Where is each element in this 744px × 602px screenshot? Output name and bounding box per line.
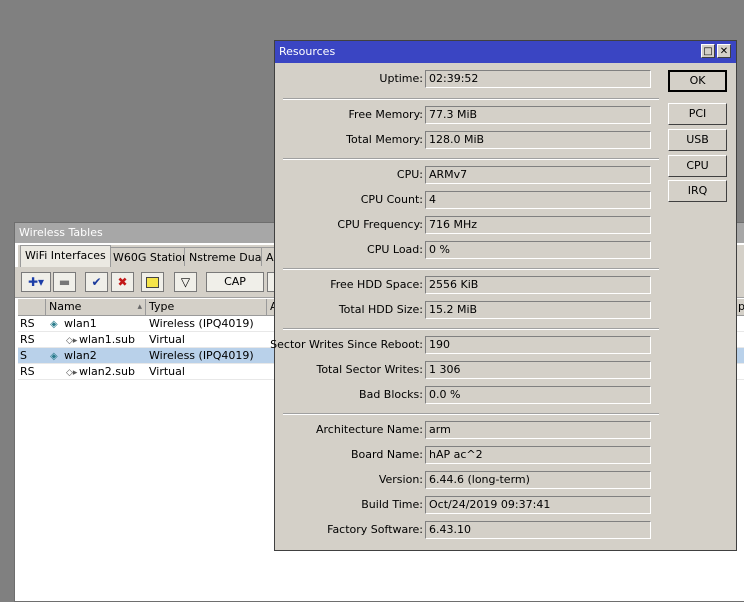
divider <box>283 98 659 100</box>
maximize-button[interactable]: □ <box>701 44 715 58</box>
enable-button[interactable]: ✔ <box>85 272 108 292</box>
tab-w60g-station[interactable]: W60G Station <box>108 247 195 266</box>
factory-software-value: 6.43.10 <box>425 521 651 539</box>
filter-button[interactable]: ▽ <box>174 272 197 292</box>
free-memory-row: Free Memory: 77.3 MiB <box>275 106 655 124</box>
architecture-row: Architecture Name: arm <box>275 421 655 439</box>
sector-writes-reboot-row: Sector Writes Since Reboot: 190 <box>270 336 655 354</box>
total-memory-value: 128.0 MiB <box>425 131 651 149</box>
comment-button[interactable] <box>141 272 164 292</box>
maximize-icon: □ <box>703 46 713 57</box>
cpu-count-value: 4 <box>425 191 651 209</box>
column-flags[interactable] <box>18 299 46 315</box>
resources-titlebar[interactable]: Resources □ ✕ <box>275 41 736 63</box>
tab-nstreme-dual[interactable]: Nstreme Dual <box>184 247 270 266</box>
column-name[interactable]: Name ▴ <box>46 299 146 315</box>
total-hdd-row: Total HDD Size: 15.2 MiB <box>275 301 655 319</box>
cap-button[interactable]: CAP <box>206 272 264 292</box>
resources-dialog: Resources □ ✕ Uptime: 02:39:52 Free Memo… <box>270 40 737 551</box>
plus-icon: ✚▾ <box>27 275 45 289</box>
cpu-row: CPU: ARMv7 <box>275 166 655 184</box>
total-sector-writes-value: 1 306 <box>425 361 651 379</box>
sector-writes-reboot-value: 190 <box>425 336 651 354</box>
total-sector-writes-row: Total Sector Writes: 1 306 <box>275 361 655 379</box>
disable-button[interactable]: ✖ <box>111 272 134 292</box>
divider <box>283 413 659 415</box>
uptime-row: Uptime: 02:39:52 <box>275 70 655 88</box>
build-time-value: Oct/24/2019 09:37:41 <box>425 496 651 514</box>
pci-button[interactable]: PCI <box>668 103 727 125</box>
board-name-value: hAP ac^2 <box>425 446 651 464</box>
free-hdd-value: 2556 KiB <box>425 276 651 294</box>
close-button[interactable]: ✕ <box>717 44 731 58</box>
cross-icon: ✖ <box>117 275 128 289</box>
divider <box>283 158 659 160</box>
checkmark-icon: ✔ <box>91 275 102 289</box>
cpu-load-row: CPU Load: 0 % <box>275 241 655 259</box>
virtual-interface-icon: ◇▸ <box>66 368 78 378</box>
factory-software-row: Factory Software: 6.43.10 <box>275 521 655 539</box>
funnel-icon: ▽ <box>180 275 191 289</box>
uptime-value: 02:39:52 <box>425 70 651 88</box>
usb-button[interactable]: USB <box>668 129 727 151</box>
add-button[interactable]: ✚▾ <box>21 272 51 292</box>
column-type[interactable]: Type <box>146 299 267 315</box>
cpu-value: ARMv7 <box>425 166 651 184</box>
bad-blocks-value: 0.0 % <box>425 386 651 404</box>
tab-wifi-interfaces[interactable]: WiFi Interfaces <box>20 245 111 267</box>
total-memory-row: Total Memory: 128.0 MiB <box>275 131 655 149</box>
cpu-button[interactable]: CPU <box>668 155 727 177</box>
resources-title: Resources <box>279 45 336 58</box>
architecture-value: arm <box>425 421 651 439</box>
free-memory-value: 77.3 MiB <box>425 106 651 124</box>
note-icon <box>146 277 159 288</box>
bad-blocks-row: Bad Blocks: 0.0 % <box>275 386 655 404</box>
ok-button[interactable]: OK <box>668 70 727 92</box>
cpu-load-value: 0 % <box>425 241 651 259</box>
remove-button[interactable]: ▬ <box>53 272 76 292</box>
cpu-frequency-value: 716 MHz <box>425 216 651 234</box>
close-icon: ✕ <box>719 46 729 57</box>
cpu-frequency-row: CPU Frequency: 716 MHz <box>275 216 655 234</box>
version-row: Version: 6.44.6 (long-term) <box>275 471 655 489</box>
sort-ascending-icon: ▴ <box>137 302 142 312</box>
minus-icon: ▬ <box>58 275 71 289</box>
divider <box>283 328 659 330</box>
cpu-count-row: CPU Count: 4 <box>275 191 655 209</box>
free-hdd-row: Free HDD Space: 2556 KiB <box>275 276 655 294</box>
build-time-row: Build Time: Oct/24/2019 09:37:41 <box>275 496 655 514</box>
virtual-interface-icon: ◇▸ <box>66 336 78 346</box>
wireless-interface-icon: ◈ <box>50 319 58 330</box>
irq-button[interactable]: IRQ <box>668 180 727 202</box>
divider <box>283 268 659 270</box>
board-name-row: Board Name: hAP ac^2 <box>275 446 655 464</box>
version-value: 6.44.6 (long-term) <box>425 471 651 489</box>
total-hdd-value: 15.2 MiB <box>425 301 651 319</box>
uptime-label: Uptime: <box>379 72 423 85</box>
wireless-interface-icon: ◈ <box>50 351 58 362</box>
